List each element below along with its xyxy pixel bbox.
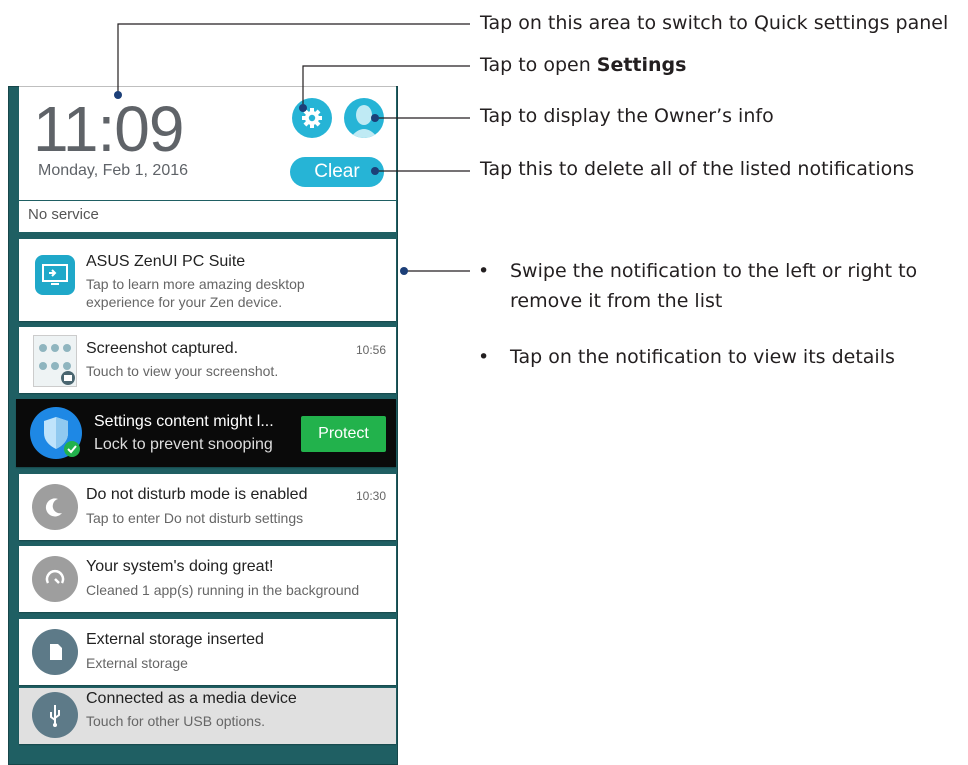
notification-screenshot[interactable]: Screenshot captured. Touch to view your … [19, 327, 396, 393]
notification-do-not-disturb[interactable]: Do not disturb mode is enabled Tap to en… [19, 474, 396, 540]
notification-title: External storage inserted [86, 631, 264, 648]
notification-title: ASUS ZenUI PC Suite [86, 253, 246, 270]
annotation-clear: Tap this to delete all of the listed not… [480, 158, 915, 180]
notification-time: 10:30 [355, 489, 386, 503]
notification-text: External storage [86, 655, 188, 671]
no-service-text: No service [28, 206, 99, 223]
annotation-quick-settings: Tap on this area to switch to Quick sett… [480, 12, 949, 34]
monitor-icon [35, 255, 75, 295]
moon-icon [32, 484, 78, 530]
annotation-settings: Tap to open Settings [480, 54, 686, 76]
notification-protect-settings[interactable]: Settings content might l... Lock to prev… [16, 399, 396, 467]
network-status: No service [19, 201, 396, 232]
settings-button[interactable] [292, 98, 332, 138]
notification-text: Touch to view your screenshot. [86, 363, 279, 379]
notification-text: Lock to prevent snooping [94, 436, 273, 453]
annotation-swipe-line2: remove it from the list [510, 290, 723, 312]
notification-usb-media[interactable]: Connected as a media device Touch for ot… [19, 688, 396, 744]
notification-title: Connected as a media device [86, 690, 297, 707]
notification-text-line2: experience for your Zen device. [86, 294, 283, 310]
date: Monday, Feb 1, 2016 [38, 162, 189, 179]
annotation-tap-details: Tap on the notification to view its deta… [510, 346, 895, 368]
protect-button[interactable]: Protect [301, 416, 386, 452]
notification-title: Screenshot captured. [86, 340, 239, 357]
notification-title: Settings content might l... [94, 413, 274, 430]
clock: 11:09 [33, 93, 184, 165]
notification-zenui-pc-suite[interactable]: ASUS ZenUI PC Suite Tap to learn more am… [19, 239, 396, 321]
screenshot-thumbnail-icon [33, 335, 77, 387]
annotation-swipe-line1: Swipe the notification to the left or ri… [510, 260, 918, 282]
notification-panel: 11:09 Monday, Feb 1, 2016 Clear No servi… [8, 86, 398, 765]
shield-icon [30, 407, 82, 459]
notification-external-storage[interactable]: External storage inserted External stora… [19, 619, 396, 685]
usb-icon [32, 692, 78, 738]
notification-title: Do not disturb mode is enabled [86, 486, 308, 503]
clear-button[interactable]: Clear [290, 157, 384, 187]
notification-time: 10:56 [355, 343, 386, 357]
notification-text: Touch for other USB options. [86, 713, 265, 729]
gear-icon [302, 108, 322, 128]
cleanup-icon [32, 556, 78, 602]
annotation-settings-prefix: Tap to open [480, 54, 597, 76]
notification-text: Tap to learn more amazing desktop [86, 276, 305, 292]
notification-text: Tap to enter Do not disturb settings [86, 510, 304, 526]
panel-header[interactable]: 11:09 Monday, Feb 1, 2016 Clear [19, 86, 396, 200]
notification-title: Your system's doing great! [86, 558, 274, 575]
bullet-mark: • [478, 260, 490, 282]
avatar-icon [350, 105, 378, 138]
notification-system-cleanup[interactable]: Your system's doing great! Cleaned 1 app… [19, 546, 396, 612]
annotation-settings-bold: Settings [596, 54, 687, 76]
owner-avatar-button[interactable] [344, 98, 384, 138]
sd-card-icon [32, 629, 78, 675]
bullet-mark: • [478, 346, 490, 368]
annotation-owner-info: Tap to display the Owner’s info [480, 105, 774, 127]
notification-text: Cleaned 1 app(s) running in the backgrou… [86, 582, 360, 598]
